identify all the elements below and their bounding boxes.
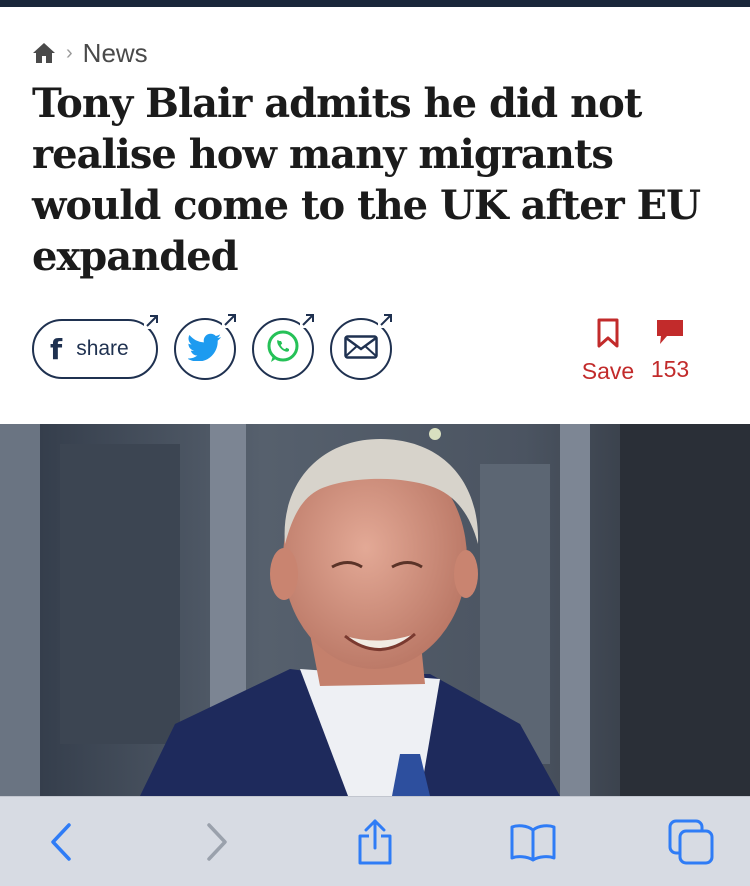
breadcrumb-separator: › — [66, 41, 73, 64]
email-icon — [344, 334, 378, 364]
save-button[interactable]: Save — [578, 318, 638, 385]
whatsapp-share-button[interactable] — [252, 312, 316, 380]
save-label: Save — [581, 358, 635, 384]
external-arrow-icon — [222, 312, 238, 328]
facebook-share-button[interactable]: f share — [32, 313, 160, 379]
bookmark-icon — [578, 318, 638, 348]
facebook-icon: f — [50, 332, 63, 366]
email-share-button[interactable] — [330, 312, 394, 380]
article-photo — [0, 424, 750, 796]
twitter-icon — [187, 333, 222, 366]
bookmarks-icon[interactable] — [508, 817, 558, 867]
whatsapp-icon — [265, 329, 301, 370]
tabs-icon[interactable] — [666, 817, 716, 867]
share-icon[interactable] — [350, 817, 400, 867]
facebook-share-label: share — [76, 337, 129, 360]
comment-count: 153 — [650, 356, 690, 382]
browser-toolbar — [0, 796, 750, 886]
comment-icon — [646, 318, 694, 346]
back-icon[interactable] — [36, 817, 86, 867]
external-arrow-icon — [144, 313, 160, 329]
external-arrow-icon — [300, 312, 316, 328]
comments-button[interactable]: 153 — [646, 318, 694, 383]
article-headline: Tony Blair admits he did not realise how… — [32, 80, 701, 280]
forward-icon[interactable] — [192, 817, 242, 867]
breadcrumb: › News — [32, 36, 148, 70]
share-bar: f share — [32, 312, 394, 380]
home-icon[interactable] — [32, 42, 56, 64]
external-arrow-icon — [378, 312, 394, 328]
top-bar — [0, 0, 750, 7]
breadcrumb-news-link[interactable]: News — [83, 38, 148, 69]
twitter-share-button[interactable] — [174, 312, 238, 380]
